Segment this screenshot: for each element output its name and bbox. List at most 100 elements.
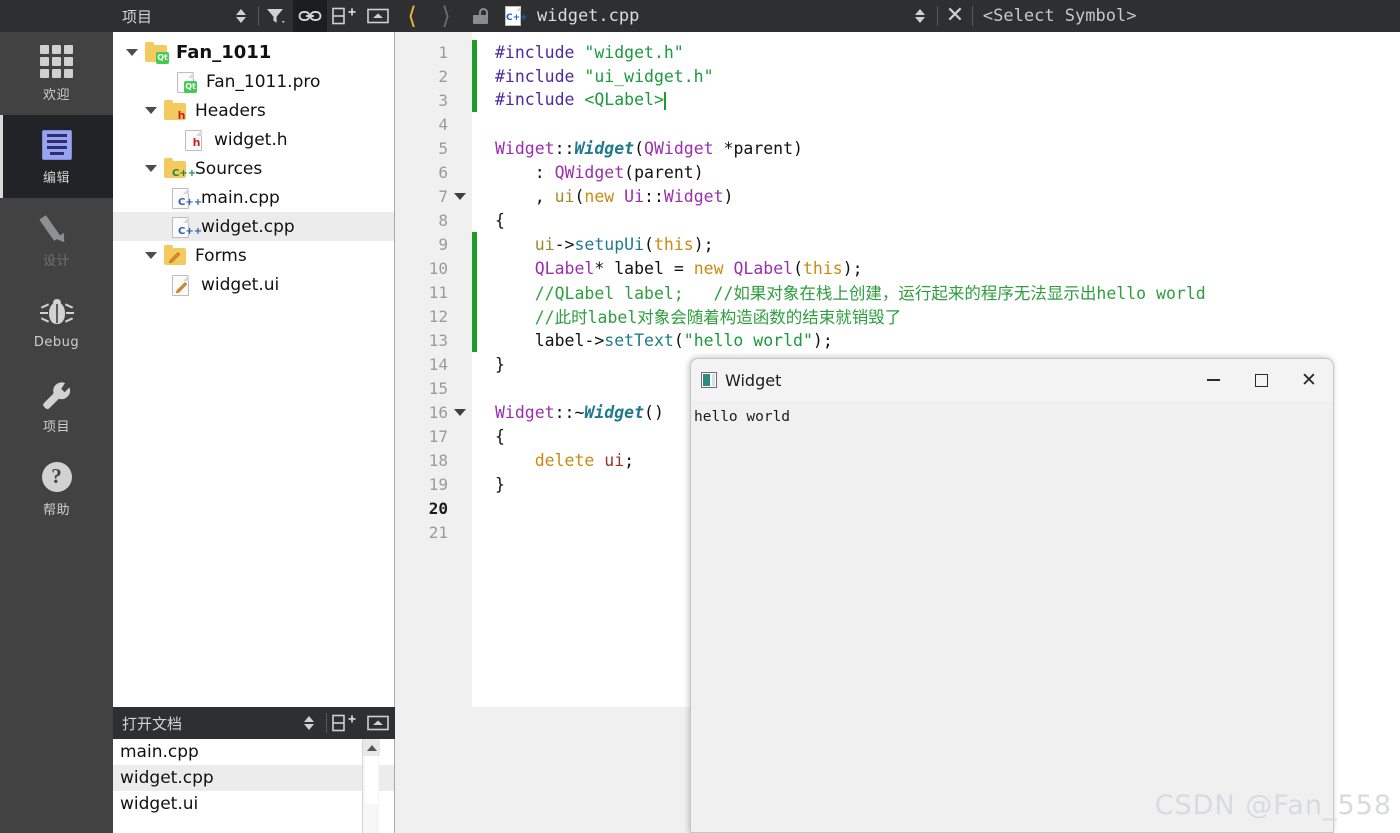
close-button[interactable]: ✕ — [1285, 359, 1333, 401]
tree-item-label: Sources — [195, 158, 263, 179]
code-line[interactable]: 12 //此时label对象会随着构造函数的结束就销毁了 — [395, 304, 1400, 328]
mode-selector-sidebar: 欢迎 编辑 设计 Debug 项目 ? 帮助 — [0, 0, 113, 833]
line-number: 4 — [438, 114, 448, 134]
scroll-up-arrow-icon[interactable] — [363, 739, 380, 756]
line-number: 10 — [428, 258, 448, 278]
pencil-badge-icon — [168, 251, 181, 263]
tree-item-widget-h[interactable]: h widget.h — [113, 125, 394, 154]
open-document-item[interactable]: widget.cpp — [113, 765, 394, 791]
mode-item-help[interactable]: ? 帮助 — [0, 447, 113, 530]
code-line[interactable]: 9 ui->setupUi(this); — [395, 232, 1400, 256]
chevron-right-icon[interactable]: ⟩ — [429, 0, 463, 32]
code-line[interactable]: 4 — [395, 112, 1400, 136]
code-text: ui->setupUi(this); — [534, 234, 714, 254]
line-number: 17 — [428, 426, 448, 446]
tree-item-label: main.cpp — [201, 187, 280, 208]
open-document-label: main.cpp — [120, 742, 199, 762]
folder-h-icon: h — [162, 99, 188, 122]
sort-chevrons-icon[interactable] — [224, 0, 258, 32]
split-add-icon[interactable] — [327, 707, 361, 739]
sort-chevrons-icon[interactable] — [903, 0, 937, 32]
filter-icon[interactable] — [259, 0, 293, 32]
tree-item-label: widget.h — [214, 129, 288, 150]
line-number: 3 — [438, 90, 448, 110]
code-line[interactable]: 8{ — [395, 208, 1400, 232]
line-number: 12 — [428, 306, 448, 326]
fold-arrow-icon[interactable] — [448, 408, 472, 416]
open-documents-title: 打开文档 — [122, 714, 183, 733]
code-line[interactable]: 5 Widget::Widget(QWidget *parent) — [395, 136, 1400, 160]
open-documents-list[interactable]: main.cpp widget.cpp widget.ui — [113, 739, 395, 833]
open-document-item[interactable]: widget.ui — [113, 791, 394, 817]
chevron-down-icon[interactable] — [140, 252, 162, 259]
tree-item-widget-cpp[interactable]: C++ widget.cpp — [113, 212, 394, 241]
tree-item-headers-folder[interactable]: h Headers — [113, 96, 394, 125]
minimize-button[interactable] — [1189, 359, 1237, 401]
chevron-down-icon[interactable] — [121, 49, 143, 56]
code-line[interactable]: 3 #include <QLabel> — [395, 88, 1400, 112]
line-number: 19 — [428, 474, 448, 494]
tree-item-sources-folder[interactable]: C++ Sources — [113, 154, 394, 183]
code-line[interactable]: 1 #include "widget.h" — [395, 40, 1400, 64]
pencil-badge-icon — [175, 281, 188, 293]
widget-window-titlebar[interactable]: Widget ✕ — [691, 359, 1333, 401]
project-panel-header: 项目 — [113, 0, 395, 32]
open-documents-scrollbar[interactable] — [362, 739, 380, 833]
code-line[interactable]: 10 QLabel* label = new QLabel(this); — [395, 256, 1400, 280]
project-tree[interactable]: Qt Fan_1011 Qt Fan_1011.pro h Headers h … — [113, 32, 395, 707]
wrench-icon — [40, 377, 74, 411]
modebar-top-spacer — [0, 0, 113, 32]
tree-item-forms-folder[interactable]: Forms — [113, 241, 394, 270]
close-x-icon[interactable]: ✕ — [938, 0, 972, 32]
editor-filename-label[interactable]: widget.cpp — [537, 6, 639, 26]
tree-item-widget-ui[interactable]: widget.ui — [113, 270, 394, 299]
project-panel: 项目 Qt Fan_1011 Qt Fan_1011.pro h Headers… — [113, 0, 395, 707]
grid-icon — [39, 44, 74, 79]
mode-item-projects[interactable]: 项目 — [0, 364, 113, 447]
code-text: label->setText("hello world"); — [495, 330, 833, 350]
line-number: 7 — [438, 186, 448, 206]
minimize-panel-icon[interactable] — [361, 707, 395, 739]
hello-world-label: hello world — [694, 409, 791, 425]
minimize-panel-icon[interactable] — [361, 0, 395, 32]
project-panel-title: 项目 — [122, 7, 153, 26]
unlocked-padlock-icon[interactable] — [463, 0, 497, 32]
app-square-icon — [701, 372, 717, 388]
tree-item-project-root[interactable]: Qt Fan_1011 — [113, 38, 394, 67]
code-line[interactable]: 11 //QLabel label; //如果对象在栈上创建，运行起来的程序无法… — [395, 280, 1400, 304]
tree-item-main-cpp[interactable]: C++ main.cpp — [113, 183, 394, 212]
code-line[interactable]: 7 , ui(new Ui::Widget) — [395, 184, 1400, 208]
tree-item-label: widget.cpp — [201, 216, 295, 237]
symbol-selector[interactable]: <Select Symbol> — [983, 6, 1137, 26]
question-mark-icon: ? — [40, 460, 74, 494]
chevron-down-icon[interactable] — [140, 107, 162, 114]
link-sync-icon[interactable] — [293, 0, 327, 32]
sort-chevrons-icon[interactable] — [292, 707, 326, 739]
widget-window-title: Widget — [725, 370, 782, 390]
editor-toolbar: ⟨ ⟩ C++ widget.cpp ✕ <Select Symbol> — [395, 0, 1400, 32]
line-number: 11 — [428, 282, 448, 302]
scrollbar-thumb[interactable] — [365, 756, 378, 804]
line-number: 13 — [428, 330, 448, 350]
running-widget-window[interactable]: Widget ✕ hello world — [690, 358, 1334, 833]
maximize-button[interactable] — [1237, 359, 1285, 401]
split-add-icon[interactable] — [327, 0, 361, 32]
tree-item-label: widget.ui — [201, 274, 280, 295]
mode-item-debug[interactable]: Debug — [0, 281, 113, 364]
open-document-item[interactable]: main.cpp — [113, 739, 394, 765]
open-documents-panel: 打开文档 main.cpp widget.cpp widget.ui — [113, 707, 395, 833]
chevron-left-icon[interactable]: ⟨ — [395, 0, 429, 32]
code-line[interactable]: 6 : QWidget(parent) — [395, 160, 1400, 184]
open-document-label: widget.ui — [120, 794, 199, 814]
mode-label-projects: 项目 — [42, 419, 70, 435]
fold-arrow-icon[interactable] — [448, 192, 472, 200]
code-line[interactable]: 2 #include "ui_widget.h" — [395, 64, 1400, 88]
file-cpp-icon: C++ — [168, 216, 202, 238]
mode-item-edit[interactable]: 编辑 — [0, 115, 113, 198]
chevron-down-icon[interactable] — [140, 165, 162, 172]
mode-item-design[interactable]: 设计 — [0, 198, 113, 281]
code-line[interactable]: 13 label->setText("hello world"); — [395, 328, 1400, 352]
mode-item-welcome[interactable]: 欢迎 — [0, 32, 113, 115]
line-number: 6 — [438, 162, 448, 182]
tree-item-pro-file[interactable]: Qt Fan_1011.pro — [113, 67, 394, 96]
